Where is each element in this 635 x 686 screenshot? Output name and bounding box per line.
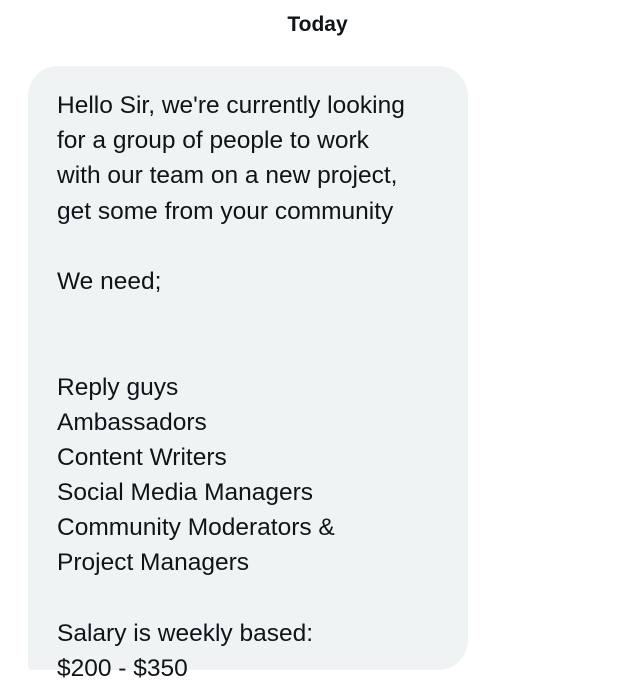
message-line: $200 - $350 [57, 655, 188, 682]
message-line: Hello Sir, we're currently looking [57, 92, 405, 119]
message-bubble[interactable]: Hello Sir, we're currently looking for a… [28, 66, 468, 682]
message-line: for a group of people to work [57, 127, 369, 155]
message-line: We need; [57, 267, 162, 295]
message-line: Content Writers [57, 443, 227, 471]
message-line: with our team on a new project, [57, 162, 398, 190]
date-divider: Today [287, 13, 348, 36]
message-line: Salary is weekly based: [57, 619, 314, 647]
message-line: Social Media Managers [57, 479, 314, 507]
message-line: Ambassadors [57, 408, 207, 436]
message-line: Community Moderators & [57, 514, 335, 542]
message-line: Project Managers [57, 549, 250, 577]
message-line: get some from your community [57, 197, 394, 225]
message-line: Reply guys [57, 373, 179, 401]
